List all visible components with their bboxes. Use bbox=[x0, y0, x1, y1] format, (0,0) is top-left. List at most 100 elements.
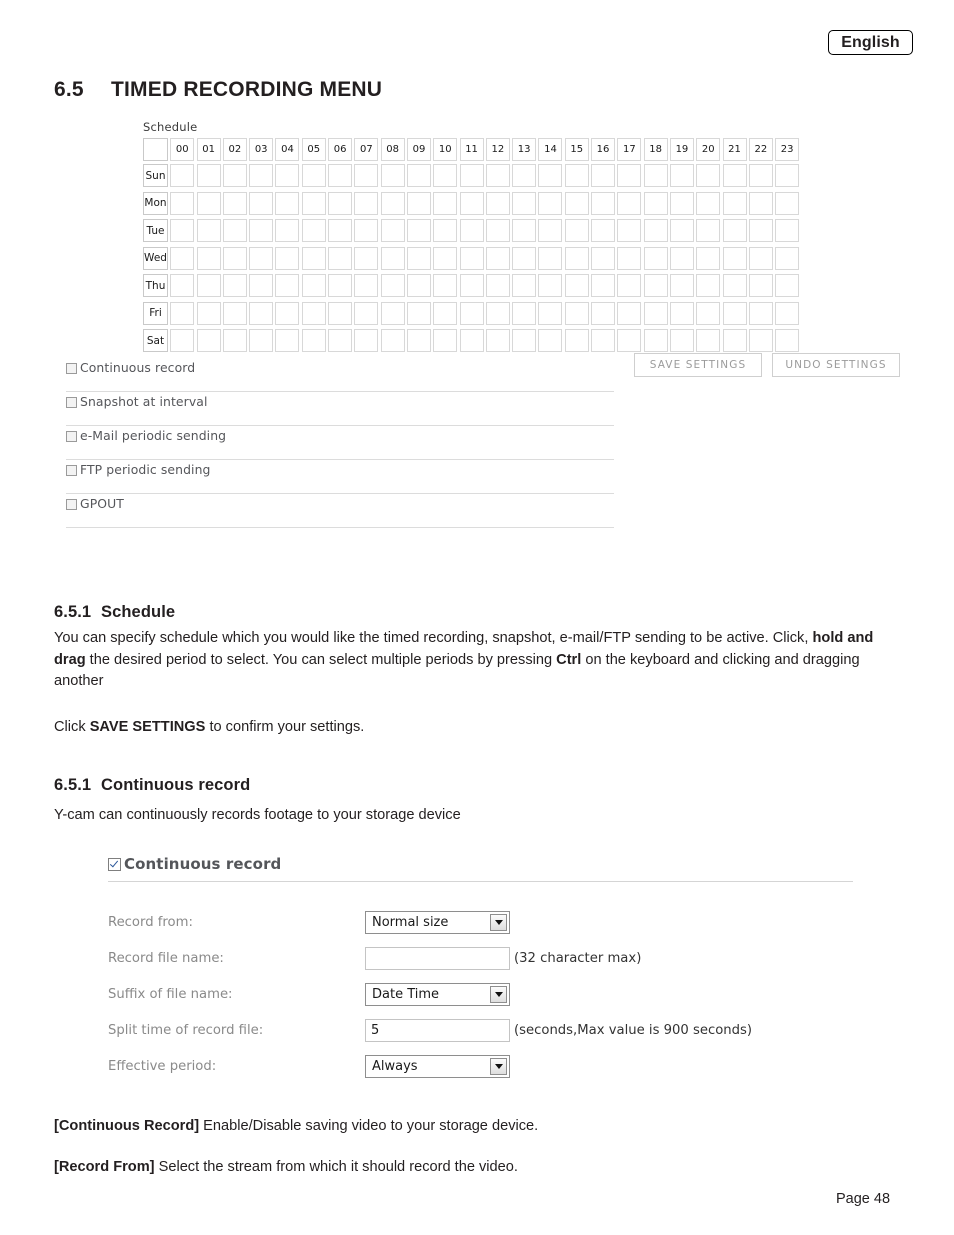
checkbox-continuous-record[interactable] bbox=[66, 363, 77, 374]
schedule-cell-tue-19[interactable] bbox=[669, 219, 694, 242]
option-row-continuous-record[interactable]: Continuous record bbox=[66, 358, 614, 392]
select-record-from[interactable]: Normal size bbox=[365, 910, 510, 934]
schedule-cell-tue-01[interactable] bbox=[196, 219, 221, 242]
schedule-cell-tue-17[interactable] bbox=[617, 219, 642, 242]
schedule-cell-wed-06[interactable] bbox=[328, 246, 353, 270]
schedule-cell-wed-02[interactable] bbox=[222, 246, 247, 270]
schedule-cell-thu-01[interactable] bbox=[196, 274, 221, 297]
schedule-cell-thu-17[interactable] bbox=[617, 274, 642, 297]
schedule-cell-thu-14[interactable] bbox=[538, 274, 563, 297]
schedule-cell-tue-13[interactable] bbox=[512, 219, 537, 242]
schedule-cell-fri-00[interactable] bbox=[170, 301, 195, 325]
chevron-down-icon[interactable] bbox=[490, 913, 507, 931]
schedule-cell-wed-21[interactable] bbox=[722, 246, 747, 270]
schedule-cell-thu-06[interactable] bbox=[328, 274, 353, 297]
schedule-cell-sun-11[interactable] bbox=[459, 164, 484, 187]
schedule-cell-mon-08[interactable] bbox=[380, 191, 405, 215]
checkbox-snapshot-at-interval[interactable] bbox=[66, 397, 77, 408]
schedule-cell-sat-16[interactable] bbox=[591, 329, 616, 352]
schedule-cell-mon-05[interactable] bbox=[301, 191, 326, 215]
schedule-cell-sun-16[interactable] bbox=[591, 164, 616, 187]
schedule-cell-sun-21[interactable] bbox=[722, 164, 747, 187]
schedule-cell-wed-18[interactable] bbox=[643, 246, 668, 270]
schedule-cell-tue-02[interactable] bbox=[222, 219, 247, 242]
schedule-cell-sun-18[interactable] bbox=[643, 164, 668, 187]
schedule-cell-sat-11[interactable] bbox=[459, 329, 484, 352]
schedule-cell-tue-10[interactable] bbox=[433, 219, 458, 242]
schedule-cell-thu-02[interactable] bbox=[222, 274, 247, 297]
schedule-cell-mon-23[interactable] bbox=[775, 191, 800, 215]
schedule-cell-wed-19[interactable] bbox=[669, 246, 694, 270]
schedule-cell-sun-20[interactable] bbox=[696, 164, 721, 187]
schedule-cell-mon-00[interactable] bbox=[170, 191, 195, 215]
schedule-cell-wed-07[interactable] bbox=[354, 246, 379, 270]
schedule-cell-sat-23[interactable] bbox=[775, 329, 800, 352]
schedule-cell-sat-02[interactable] bbox=[222, 329, 247, 352]
schedule-cell-wed-10[interactable] bbox=[433, 246, 458, 270]
schedule-cell-thu-21[interactable] bbox=[722, 274, 747, 297]
schedule-cell-mon-09[interactable] bbox=[406, 191, 431, 215]
schedule-cell-sun-14[interactable] bbox=[538, 164, 563, 187]
schedule-cell-wed-00[interactable] bbox=[170, 246, 195, 270]
schedule-cell-tue-23[interactable] bbox=[775, 219, 800, 242]
schedule-cell-sat-19[interactable] bbox=[669, 329, 694, 352]
schedule-cell-mon-18[interactable] bbox=[643, 191, 668, 215]
schedule-cell-tue-09[interactable] bbox=[406, 219, 431, 242]
schedule-cell-sun-01[interactable] bbox=[196, 164, 221, 187]
schedule-cell-tue-04[interactable] bbox=[275, 219, 300, 242]
chevron-down-icon[interactable] bbox=[490, 1057, 507, 1075]
schedule-cell-sun-12[interactable] bbox=[485, 164, 510, 187]
schedule-cell-mon-19[interactable] bbox=[669, 191, 694, 215]
schedule-cell-mon-21[interactable] bbox=[722, 191, 747, 215]
schedule-cell-wed-15[interactable] bbox=[564, 246, 589, 270]
schedule-cell-sat-04[interactable] bbox=[275, 329, 300, 352]
schedule-cell-mon-16[interactable] bbox=[591, 191, 616, 215]
schedule-cell-tue-03[interactable] bbox=[249, 219, 274, 242]
schedule-cell-tue-18[interactable] bbox=[643, 219, 668, 242]
schedule-cell-thu-05[interactable] bbox=[301, 274, 326, 297]
schedule-cell-sun-22[interactable] bbox=[748, 164, 773, 187]
schedule-cell-thu-03[interactable] bbox=[249, 274, 274, 297]
checkbox-ftp-periodic-sending[interactable] bbox=[66, 465, 77, 476]
schedule-cell-wed-17[interactable] bbox=[617, 246, 642, 270]
schedule-cell-sun-23[interactable] bbox=[775, 164, 800, 187]
schedule-cell-mon-02[interactable] bbox=[222, 191, 247, 215]
schedule-cell-wed-04[interactable] bbox=[275, 246, 300, 270]
schedule-cell-mon-10[interactable] bbox=[433, 191, 458, 215]
schedule-cell-thu-09[interactable] bbox=[406, 274, 431, 297]
schedule-cell-tue-08[interactable] bbox=[380, 219, 405, 242]
select-effective-period[interactable]: Always bbox=[365, 1054, 510, 1078]
schedule-cell-fri-22[interactable] bbox=[748, 301, 773, 325]
schedule-cell-sat-13[interactable] bbox=[512, 329, 537, 352]
schedule-cell-fri-21[interactable] bbox=[722, 301, 747, 325]
schedule-grid-body[interactable]: Sun Mon Tue Wed Thu Fri Sat bbox=[143, 164, 801, 352]
schedule-cell-thu-19[interactable] bbox=[669, 274, 694, 297]
schedule-cell-fri-04[interactable] bbox=[275, 301, 300, 325]
schedule-cell-tue-15[interactable] bbox=[564, 219, 589, 242]
schedule-cell-mon-04[interactable] bbox=[275, 191, 300, 215]
schedule-cell-fri-18[interactable] bbox=[643, 301, 668, 325]
schedule-cell-wed-20[interactable] bbox=[696, 246, 721, 270]
schedule-cell-sat-00[interactable] bbox=[170, 329, 195, 352]
input-record-file-name[interactable] bbox=[365, 946, 510, 970]
schedule-cell-sun-03[interactable] bbox=[249, 164, 274, 187]
schedule-cell-tue-22[interactable] bbox=[748, 219, 773, 242]
schedule-cell-fri-16[interactable] bbox=[591, 301, 616, 325]
chevron-down-icon[interactable] bbox=[490, 985, 507, 1003]
schedule-cell-wed-08[interactable] bbox=[380, 246, 405, 270]
schedule-cell-thu-23[interactable] bbox=[775, 274, 800, 297]
schedule-cell-fri-01[interactable] bbox=[196, 301, 221, 325]
checkbox-gpout[interactable] bbox=[66, 499, 77, 510]
option-row-e-mail-periodic-sending[interactable]: e-Mail periodic sending bbox=[66, 426, 614, 460]
schedule-cell-thu-11[interactable] bbox=[459, 274, 484, 297]
schedule-cell-sat-06[interactable] bbox=[328, 329, 353, 352]
schedule-cell-thu-22[interactable] bbox=[748, 274, 773, 297]
option-row-gpout[interactable]: GPOUT bbox=[66, 494, 614, 528]
schedule-cell-sat-22[interactable] bbox=[748, 329, 773, 352]
schedule-cell-fri-09[interactable] bbox=[406, 301, 431, 325]
schedule-cell-fri-14[interactable] bbox=[538, 301, 563, 325]
schedule-cell-mon-01[interactable] bbox=[196, 191, 221, 215]
schedule-cell-tue-11[interactable] bbox=[459, 219, 484, 242]
schedule-cell-sun-07[interactable] bbox=[354, 164, 379, 187]
schedule-cell-tue-06[interactable] bbox=[328, 219, 353, 242]
